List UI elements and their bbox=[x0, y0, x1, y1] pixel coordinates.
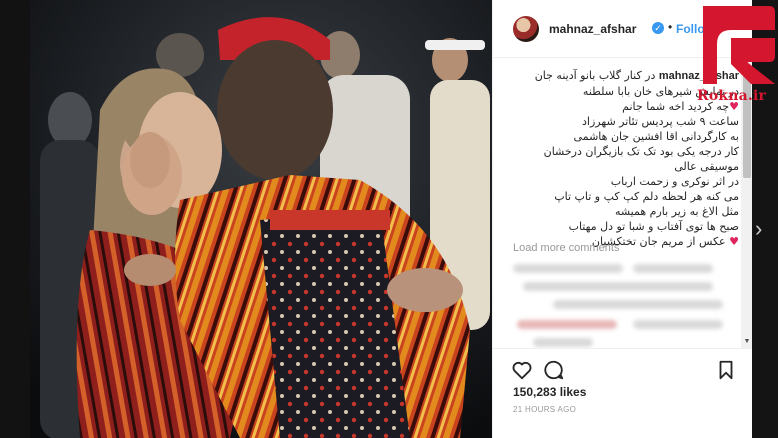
verified-badge-icon: ✓ bbox=[652, 22, 664, 34]
post-actions: 150,283 likes 21 HOURS AGO bbox=[493, 348, 753, 438]
blurred-comment bbox=[513, 264, 623, 273]
chevron-right-icon[interactable]: › bbox=[755, 218, 762, 240]
caption-line: موسیقی عالی bbox=[674, 160, 739, 173]
caption-line: به کارگردانی اقا افشین جان هاشمی bbox=[573, 130, 739, 143]
blurred-comment bbox=[523, 282, 713, 291]
caption-line: ساعت ۹ شب پردیس تئاتر شهرزاد bbox=[582, 115, 739, 128]
blurred-comment bbox=[633, 320, 723, 329]
caption-line: در کنار گلاب بانو آدینه جان bbox=[534, 69, 656, 82]
bookmark-icon[interactable] bbox=[715, 359, 737, 381]
caption-line: می کنه هر لحظه دلم کپ کپ و تاپ تاپ bbox=[554, 190, 739, 203]
load-more-comments-link[interactable]: Load more comments bbox=[513, 242, 619, 254]
blurred-comment bbox=[553, 300, 723, 309]
heart-icon[interactable] bbox=[511, 359, 533, 381]
red-heart-emoji-icon: ♥ bbox=[729, 235, 739, 248]
caption-line: صبح ها توی آفتاب و شبا تو دل مهتاب bbox=[568, 220, 739, 233]
comment-icon[interactable] bbox=[543, 359, 565, 381]
left-dark-margin bbox=[0, 0, 30, 438]
post-photo[interactable] bbox=[30, 0, 492, 438]
caption-line: مثل الاغ به زیر بارم همیشه bbox=[614, 205, 739, 218]
likes-count[interactable]: 150,283 likes bbox=[513, 385, 586, 399]
avatar[interactable] bbox=[513, 16, 539, 42]
post-timestamp: 21 HOURS AGO bbox=[513, 405, 577, 414]
separator-dot: • bbox=[668, 20, 673, 34]
blurred-comment bbox=[533, 338, 593, 347]
caption-line: کار درجه یکی بود تک تک بازیگران درخشان bbox=[543, 145, 739, 158]
theater-photo-illustration bbox=[30, 0, 492, 438]
blurred-comment bbox=[633, 264, 713, 273]
caption-line: در اثر نوکری و زحمت ارباب bbox=[610, 175, 739, 188]
watermark-text: Rokna.ir bbox=[697, 88, 767, 104]
username[interactable]: mahnaz_afshar bbox=[549, 22, 636, 36]
blurred-comment bbox=[517, 320, 617, 329]
